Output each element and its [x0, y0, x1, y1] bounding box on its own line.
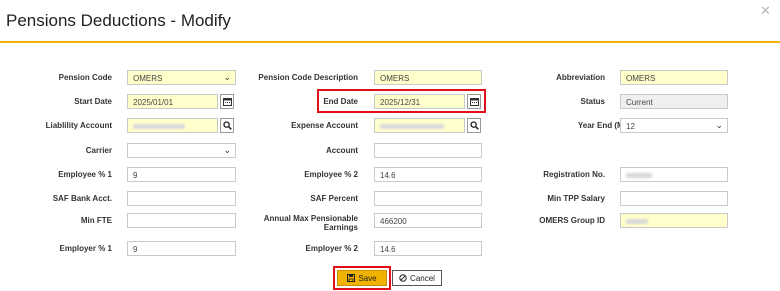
pension-code-description-label: Pension Code Description: [258, 73, 358, 82]
cancel-button[interactable]: Cancel: [392, 270, 442, 286]
status-input: Current: [620, 94, 728, 109]
carrier-select[interactable]: ⌄: [127, 143, 236, 158]
pension-code-value: OMERS: [133, 74, 163, 83]
employee-pct-2-input[interactable]: 14.6: [374, 167, 482, 182]
liability-account-input[interactable]: [127, 118, 218, 133]
start-date-calendar-button[interactable]: [220, 94, 234, 109]
end-date-highlight: [317, 89, 486, 113]
abbreviation-input[interactable]: OMERS: [620, 70, 728, 85]
min-tpp-salary-label: Min TPP Salary: [547, 194, 605, 203]
pension-code-description-input[interactable]: OMERS: [374, 70, 482, 85]
year-end-label: Year End (MM): [577, 121, 633, 130]
expense-account-label: Expense Account: [291, 121, 358, 130]
save-button-highlight: [333, 266, 391, 290]
close-icon[interactable]: ✕: [760, 3, 771, 19]
saf-bank-acct-input[interactable]: [127, 191, 236, 206]
employee-pct-2-label: Employee % 2: [304, 170, 358, 179]
start-date-label: Start Date: [74, 97, 112, 106]
cancel-button-label: Cancel: [410, 273, 435, 283]
omers-group-id-label: OMERS Group ID: [539, 216, 605, 225]
header-divider: [0, 41, 780, 43]
chevron-down-icon: ⌄: [715, 120, 723, 130]
registration-no-input[interactable]: [620, 167, 728, 182]
chevron-down-icon: ⌄: [223, 145, 231, 155]
start-date-input[interactable]: 2025/01/01: [127, 94, 218, 109]
redacted-value: [626, 219, 648, 224]
search-icon: [469, 121, 479, 130]
employee-pct-1-input[interactable]: 9: [127, 167, 236, 182]
employer-pct-1-label: Employer % 1: [59, 244, 112, 253]
redacted-value: [133, 124, 185, 129]
dialog-title: Pensions Deductions - Modify: [6, 11, 231, 30]
account-input[interactable]: [374, 143, 482, 158]
year-end-select[interactable]: 12 ⌄: [620, 118, 728, 133]
min-tpp-salary-input[interactable]: [620, 191, 728, 206]
account-label: Account: [326, 146, 358, 155]
employee-pct-1-label: Employee % 1: [58, 170, 112, 179]
expense-account-search-button[interactable]: [467, 118, 481, 133]
annual-max-label-line2: Earnings: [323, 223, 358, 232]
calendar-icon: [222, 98, 232, 106]
employer-pct-2-label: Employer % 2: [305, 244, 358, 253]
expense-account-input[interactable]: [374, 118, 465, 133]
abbreviation-label: Abbreviation: [556, 73, 605, 82]
pension-code-select[interactable]: OMERS ⌄: [127, 70, 236, 85]
liability-account-search-button[interactable]: [220, 118, 234, 133]
employer-pct-1-input[interactable]: 9: [127, 241, 236, 256]
omers-group-id-input[interactable]: [620, 213, 728, 228]
employer-pct-2-input[interactable]: 14.6: [374, 241, 482, 256]
year-end-value: 12: [626, 122, 635, 131]
min-fte-input[interactable]: [127, 213, 236, 228]
chevron-down-icon: ⌄: [223, 72, 231, 82]
liability-account-label: Liablility Account: [45, 121, 112, 130]
status-label: Status: [580, 97, 605, 106]
pension-code-label: Pension Code: [58, 73, 112, 82]
search-icon: [222, 121, 232, 130]
min-fte-label: Min FTE: [80, 216, 112, 225]
saf-bank-acct-label: SAF Bank Acct.: [52, 194, 112, 203]
redacted-value: [626, 173, 652, 178]
annual-max-pensionable-earnings-input[interactable]: 466200: [374, 213, 482, 228]
registration-no-label: Registration No.: [543, 170, 605, 179]
carrier-label: Carrier: [85, 146, 112, 155]
saf-percent-label: SAF Percent: [310, 194, 358, 203]
saf-percent-input[interactable]: [374, 191, 482, 206]
cancel-icon: [399, 274, 407, 282]
redacted-value: [380, 124, 444, 129]
